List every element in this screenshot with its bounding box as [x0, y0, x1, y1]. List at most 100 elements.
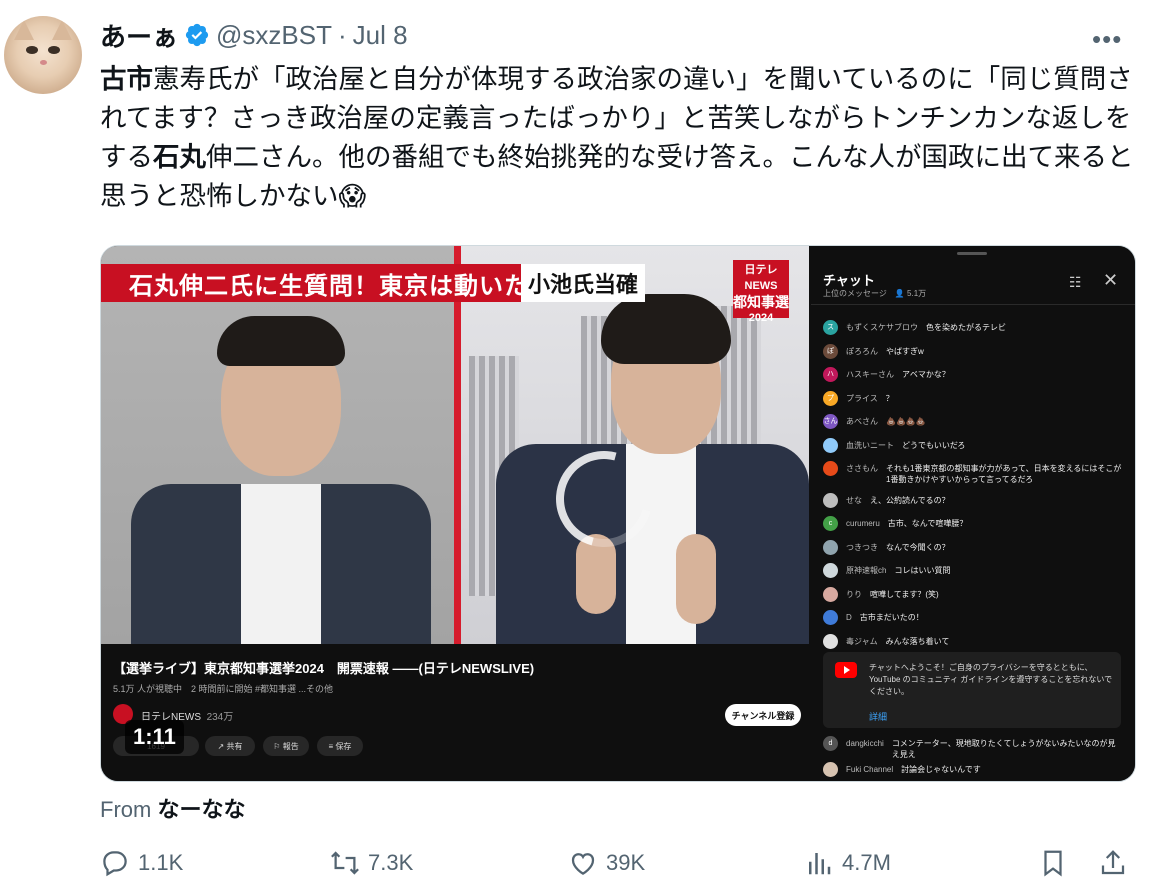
chat-avatar[interactable] — [823, 492, 838, 508]
chat-username[interactable]: りり — [846, 589, 862, 600]
chat-message[interactable]: 血洗いニート どうでもいいだろ — [823, 437, 1123, 453]
repost-icon — [331, 851, 359, 875]
chat-avatar[interactable]: ハ — [823, 367, 838, 382]
bookmark-button[interactable] — [1038, 848, 1068, 878]
chat-username[interactable]: ささもん — [846, 463, 878, 474]
author-avatar[interactable] — [4, 16, 82, 94]
chat-message[interactable]: スもずくスケサブロウ 色を染めたがるテレビ — [823, 320, 1123, 335]
report-pill[interactable]: ⚐ 報告 — [263, 736, 309, 756]
chat-avatar[interactable] — [823, 586, 838, 602]
chat-username[interactable]: せな — [846, 495, 862, 506]
video-title[interactable]: 【選挙ライブ】東京都知事選挙2024 開票速報 ――(日テレNEWSLIVE) — [113, 658, 534, 677]
channel-subs: 234万 — [206, 712, 234, 723]
report-label: 報告 — [282, 741, 299, 751]
chat-username[interactable]: ハスキーさん — [846, 369, 894, 380]
author-name[interactable]: あーぁ — [100, 17, 178, 54]
chat-text: 色を染めたがるテレビ — [926, 323, 1006, 332]
chat-message[interactable]: 毒ジャム みんな落ち着いて — [823, 633, 1123, 649]
news-logo: 日テレNEWS 都知事選 2024 — [733, 260, 789, 324]
chat-welcome-card: チャットへようこそ！ご自身のプライバシーを守るとともに、YouTube のコミュ… — [823, 652, 1121, 728]
save-icon: ≡ — [328, 741, 336, 751]
chat-avatar[interactable]: ス — [823, 320, 838, 335]
chat-welcome-link[interactable]: 詳細 — [869, 710, 887, 723]
chat-settings-icon[interactable]: ☷ — [1069, 274, 1082, 291]
views-button[interactable]: 4.7M — [804, 848, 891, 878]
chat-avatar[interactable] — [823, 610, 838, 625]
chat-username[interactable]: もずくスケサブロウ — [846, 322, 918, 333]
chat-message[interactable]: D 古市まだいたの！ — [823, 610, 1123, 625]
analytics-icon — [809, 853, 831, 875]
share-button[interactable] — [1098, 848, 1128, 878]
chat-message[interactable]: ププライス ？ — [823, 390, 1123, 406]
chat-avatar[interactable]: さん — [823, 414, 838, 429]
save-pill[interactable]: ≡ 保存 — [317, 736, 363, 756]
chat-message[interactable]: d dangkicchi コメンテーター、現地取りたくてしょうがないみたいなのが見え… — [823, 736, 1123, 760]
person-left-hair — [217, 316, 345, 366]
media-video[interactable]: 石丸伸二氏に生質問！東京は動いたのか 小池氏当確 日テレNEWS 都知事選 20… — [100, 245, 1136, 782]
chat-grab-handle[interactable] — [957, 252, 987, 255]
chat-message[interactable]: 原神速報ch コレはいい質問 — [823, 563, 1123, 578]
chat-username[interactable]: あべさん — [846, 416, 878, 427]
chat-message[interactable]: ハハスキーさん アベマかな？ — [823, 367, 1123, 382]
chat-username[interactable]: dangkicchi — [846, 738, 884, 749]
repost-button[interactable]: 7.3K — [330, 848, 413, 878]
chat-username[interactable]: 血洗いニート — [846, 440, 894, 451]
chat-avatar[interactable] — [823, 563, 838, 578]
chat-username[interactable]: 原神速報ch — [846, 565, 886, 576]
chat-message[interactable]: ささもん それも1番東京都の都知事が力があって、日本を変えるにはそこが1番動きかけ… — [823, 461, 1123, 485]
subscribe-button[interactable]: チャンネル登録 — [725, 704, 801, 726]
chat-username[interactable]: D — [846, 612, 852, 623]
verified-badge-icon — [185, 23, 209, 47]
chat-avatar[interactable]: c — [823, 516, 838, 531]
chat-avatar[interactable] — [823, 539, 838, 555]
chat-message[interactable]: さん あべさん 💩💩💩💩 — [823, 414, 1123, 429]
reply-button[interactable]: 1.1K — [100, 848, 183, 878]
chat-text: それも1番東京都の都知事が力があって、日本を変えるにはそこが1番動きかけやすいか… — [886, 464, 1122, 484]
tweet-text-bold-1: 古市 — [100, 64, 153, 94]
close-icon[interactable]: ✕ — [1103, 270, 1118, 291]
chat-message[interactable]: せな え、公約読んでるの？ — [823, 492, 1123, 508]
live-chat-panel: チャット 上位のメッセージ 👤 5.1万 ☷ ✕ スもずくスケサブロウ 色を染めた… — [811, 246, 1135, 781]
person-right — [496, 294, 809, 644]
video-frame[interactable]: 石丸伸二氏に生質問！東京は動いたのか 小池氏当確 日テレNEWS 都知事選 20… — [101, 246, 809, 644]
chat-username[interactable]: ぽろろん — [846, 346, 878, 357]
chat-avatar[interactable]: ぽ — [823, 343, 838, 359]
chat-username[interactable]: curumeru — [846, 518, 880, 529]
news-caption-tag: 小池氏当確 — [521, 264, 645, 302]
chat-avatar[interactable]: プ — [823, 390, 838, 406]
share-pill[interactable]: ↗ 共有 — [205, 736, 255, 756]
chat-username[interactable]: プライス — [846, 393, 878, 404]
chat-message[interactable]: りり 喧嘩してます？(笑) — [823, 586, 1123, 602]
media-source-name[interactable]: なーなな — [157, 797, 245, 822]
chat-username[interactable]: 毒ジャム — [846, 636, 878, 647]
chat-message[interactable]: ぽぽろろん やばすぎw — [823, 343, 1123, 359]
chat-divider — [811, 304, 1135, 305]
chat-username[interactable]: つきつき — [846, 542, 878, 553]
studio-red-divider — [454, 246, 461, 644]
views-count: 4.7M — [842, 850, 891, 875]
chat-avatar[interactable]: d — [823, 736, 838, 751]
chat-message[interactable]: c curumeru 古市、なんで喧嘩腰？ — [823, 516, 1123, 531]
chat-username[interactable]: Fuki Channel — [846, 764, 893, 775]
chat-avatar[interactable] — [823, 461, 838, 476]
like-button[interactable]: 39K — [568, 848, 645, 878]
chat-text: 💩💩💩💩 — [886, 417, 926, 426]
avatar-eye-right — [48, 46, 60, 54]
chat-avatar[interactable] — [823, 633, 838, 649]
media-source-prefix: From — [100, 797, 152, 822]
news-logo-line1: 日テレNEWS — [744, 264, 778, 292]
chat-text: コメンテーター、現地取りたくてしょうがないみたいなのが見え見え — [891, 739, 1116, 759]
tweet-date[interactable]: Jul 8 — [353, 20, 408, 51]
chat-text: え、公約読んでるの？ — [870, 495, 950, 505]
chat-avatar[interactable] — [823, 762, 838, 777]
person-right-hand — [676, 534, 716, 624]
author-handle[interactable]: @sxzBST — [216, 20, 332, 51]
chat-message[interactable]: つきつき なんで今聞くの？ — [823, 539, 1123, 555]
chat-subtitle[interactable]: 上位のメッセージ 👤 5.1万 — [823, 288, 926, 299]
chat-message[interactable]: Fuki Channel 討論会じゃないんです — [823, 762, 1123, 777]
media-source: From なーなな — [100, 792, 245, 824]
heart-icon — [571, 853, 595, 875]
chat-avatar[interactable] — [823, 437, 838, 453]
more-options-icon[interactable]: ••• — [1092, 24, 1122, 55]
video-meta: 5.1万 人が視聴中 2 時間前に開始 #都知事選 ...その他 — [113, 684, 334, 694]
